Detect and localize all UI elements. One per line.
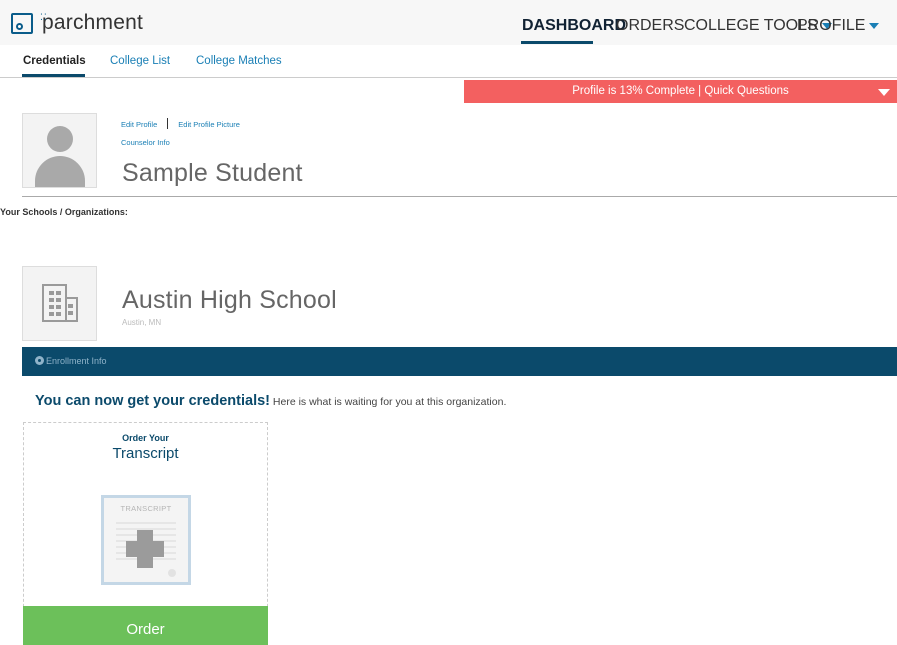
logo-text: parchment — [42, 11, 144, 34]
logo-icon: ⁚⁚ — [11, 12, 47, 34]
chevron-down-icon — [869, 23, 880, 29]
active-nav-indicator — [521, 41, 593, 44]
student-name: Sample Student — [122, 159, 303, 187]
avatar — [22, 113, 97, 188]
nav-orders[interactable]: ORDERS — [616, 17, 684, 35]
top-navbar: ⁚⁚ parchment DASHBOARD ORDERS COLLEGE TO… — [0, 0, 897, 45]
edit-profile-link[interactable]: Edit Profile — [121, 120, 157, 129]
divider — [22, 196, 897, 197]
credentials-subtext: Here is what is waiting for you at this … — [270, 396, 507, 408]
enrollment-info-link[interactable]: Enrollment Info — [35, 356, 107, 366]
card-title: Transcript — [112, 445, 179, 462]
divider — [167, 118, 169, 129]
school-name: Austin High School — [122, 286, 337, 314]
school-location: Austin, MN — [122, 318, 162, 327]
card-subtitle: Order Your — [122, 433, 169, 443]
transcript-card: Order Your Transcript TRANSCRIPT — [23, 422, 268, 617]
enrollment-bar: Enrollment Info — [22, 347, 897, 376]
nav-profile-label: PROFILE — [797, 17, 866, 34]
sub-tabs: Credentials College List College Matches — [0, 50, 897, 78]
profile-links: Edit Profile Edit Profile Picture Counsel… — [121, 118, 240, 147]
credentials-message: You can now get your credentials! Here i… — [35, 393, 506, 409]
profile-completion-banner[interactable]: Profile is 13% Complete | Quick Question… — [464, 80, 897, 103]
seal-icon — [168, 569, 176, 577]
banner-text: Profile is 13% Complete | Quick Question… — [572, 85, 789, 97]
enrollment-info-label: Enrollment Info — [46, 356, 107, 366]
building-icon — [42, 284, 67, 322]
school-logo — [22, 266, 97, 341]
tab-credentials[interactable]: Credentials — [23, 55, 86, 67]
credentials-headline: You can now get your credentials! — [35, 393, 270, 409]
edit-profile-picture-link[interactable]: Edit Profile Picture — [178, 120, 240, 129]
user-body-icon — [35, 156, 85, 187]
doc-label: TRANSCRIPT — [120, 504, 172, 513]
building-side-icon — [66, 297, 78, 322]
tab-college-list[interactable]: College List — [110, 55, 170, 67]
order-button[interactable]: Order — [23, 606, 268, 645]
gear-icon — [35, 356, 44, 365]
counselor-info-link[interactable]: Counselor Info — [121, 138, 170, 147]
plus-icon-bar — [126, 541, 164, 557]
nav-profile[interactable]: PROFILE — [797, 17, 880, 35]
parchment-logo[interactable]: ⁚⁚ parchment — [11, 11, 143, 35]
user-head-icon — [47, 126, 73, 152]
tab-college-matches[interactable]: College Matches — [196, 55, 282, 67]
schools-label: Your Schools / Organizations: — [0, 207, 128, 217]
active-tab-indicator — [22, 74, 85, 77]
nav-dashboard[interactable]: DASHBOARD — [522, 17, 626, 35]
chevron-down-icon[interactable] — [878, 89, 890, 96]
transcript-document-icon[interactable]: TRANSCRIPT — [101, 495, 191, 585]
